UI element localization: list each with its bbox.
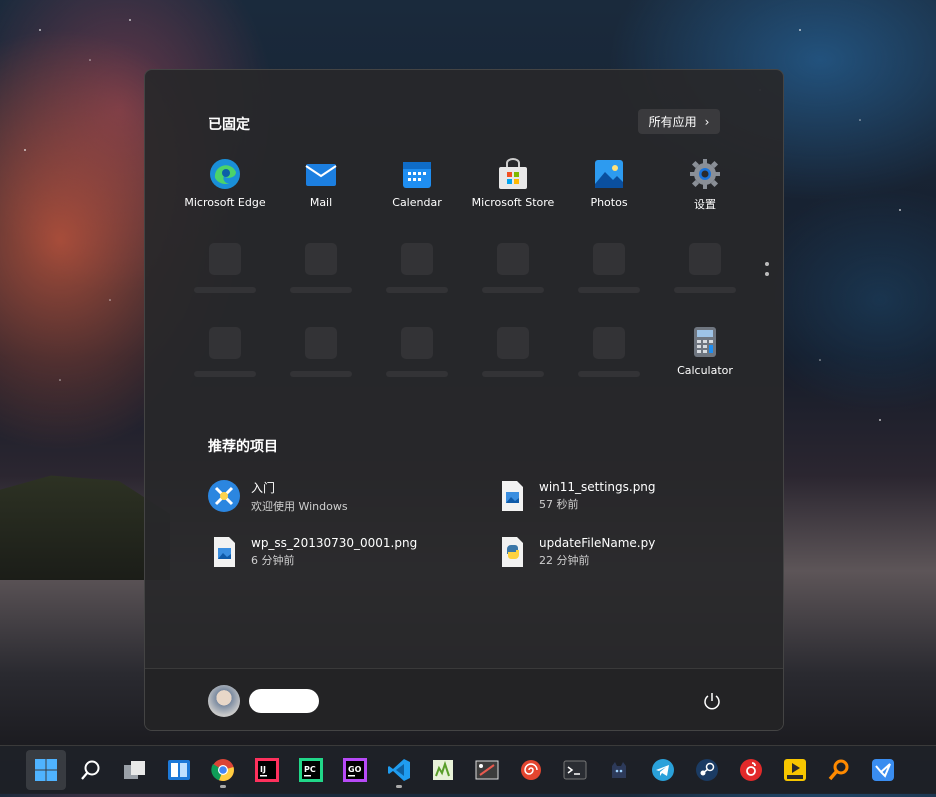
app-spiral-icon[interactable]	[515, 754, 547, 786]
photos-icon	[593, 158, 625, 190]
start-icon[interactable]	[26, 750, 66, 790]
search-icon[interactable]	[75, 754, 107, 786]
chevron-right-icon: ›	[704, 114, 710, 129]
pycharm-icon[interactable]: PC	[295, 754, 327, 786]
placeholder-tile	[273, 240, 369, 310]
pinned-app-mail[interactable]: Mail	[273, 158, 369, 228]
snipping-icon[interactable]	[471, 754, 503, 786]
start-menu-footer	[145, 668, 783, 730]
intellij-icon[interactable]: IJ	[251, 754, 283, 786]
all-apps-button[interactable]: 所有应用 ›	[638, 109, 720, 134]
power-icon[interactable]	[701, 690, 723, 712]
pinned-app-calendar[interactable]: Calendar	[369, 158, 465, 228]
pinned-app-calculator[interactable]: Calculator	[657, 326, 753, 396]
recommended-name: updateFileName.py	[539, 536, 656, 550]
recommended-item[interactable]: win11_settings.png 57 秒前	[495, 476, 656, 516]
pinned-title: 已固定	[208, 117, 250, 133]
image-file-icon	[207, 535, 241, 569]
avatar[interactable]	[208, 685, 240, 717]
pinned-app-label: Calendar	[392, 196, 442, 209]
settings-gear-icon	[689, 158, 721, 190]
mail-icon	[305, 158, 337, 190]
pinned-app-settings[interactable]: 设置	[657, 158, 753, 228]
image-file-icon	[495, 479, 529, 513]
recommended-subtitle: 欢迎使用 Windows	[251, 499, 348, 513]
recommended-item[interactable]: updateFileName.py 22 分钟前	[495, 532, 655, 572]
calendar-icon	[401, 158, 433, 190]
placeholder-tile	[369, 324, 465, 394]
terminal-icon[interactable]	[559, 754, 591, 786]
cat-app-icon[interactable]	[603, 754, 635, 786]
svg-text:IJ: IJ	[260, 765, 266, 774]
pinned-app-photos[interactable]: Photos	[561, 158, 657, 228]
pinned-app-label: Microsoft Store	[471, 196, 555, 209]
placeholder-tile	[177, 324, 273, 394]
recommended-name: wp_ss_20130730_0001.png	[251, 536, 418, 550]
placeholder-tile	[273, 324, 369, 394]
task-view-icon[interactable]	[119, 754, 151, 786]
recommended-subtitle: 57 秒前	[539, 498, 579, 511]
store-icon	[497, 158, 529, 190]
pinned-app-store[interactable]: Microsoft Store	[465, 158, 561, 228]
pinned-app-label: Photos	[590, 196, 628, 209]
pinned-app-edge[interactable]: Microsoft Edge	[177, 158, 273, 228]
placeholder-tile	[177, 240, 273, 310]
pinned-app-label: 设置	[694, 198, 716, 211]
feishu-icon[interactable]	[867, 754, 899, 786]
svg-text:GO: GO	[348, 765, 362, 774]
steam-icon[interactable]	[691, 754, 723, 786]
svg-text:PC: PC	[304, 765, 316, 774]
placeholder-tile	[465, 240, 561, 310]
pinned-app-label: Mail	[309, 196, 333, 209]
placeholder-tile	[561, 240, 657, 310]
notepad-icon[interactable]	[427, 754, 459, 786]
goland-icon[interactable]: GO	[339, 754, 371, 786]
potplayer-icon[interactable]	[779, 754, 811, 786]
placeholder-tile	[561, 324, 657, 394]
placeholder-tile	[465, 324, 561, 394]
recommended-subtitle: 6 分钟前	[251, 554, 295, 567]
taskbar: IJ PC GO	[0, 745, 936, 794]
start-menu: 已固定 所有应用 › Microsoft Edge Mail Calendar …	[144, 69, 784, 731]
python-file-icon	[495, 535, 529, 569]
edge-icon	[209, 158, 241, 190]
recommended-name: 入门	[251, 480, 276, 495]
vscode-icon[interactable]	[383, 754, 415, 788]
get-started-icon	[207, 479, 241, 513]
user-name-redacted[interactable]	[249, 689, 319, 713]
calculator-icon	[689, 326, 721, 358]
pinned-app-label: Calculator	[677, 364, 733, 377]
placeholder-tile	[369, 240, 465, 310]
recommended-name: win11_settings.png	[539, 480, 656, 494]
recommended-title: 推荐的项目	[208, 439, 278, 455]
recommended-item[interactable]: 入门欢迎使用 Windows	[207, 476, 348, 516]
netease-music-icon[interactable]	[735, 754, 767, 786]
placeholder-tile	[657, 240, 753, 310]
widgets-icon[interactable]	[163, 754, 195, 786]
recommended-item[interactable]: wp_ss_20130730_0001.png 6 分钟前	[207, 532, 417, 572]
page-indicator[interactable]	[765, 262, 769, 282]
telegram-icon[interactable]	[647, 754, 679, 786]
pinned-app-label: Microsoft Edge	[184, 196, 266, 209]
search-everything-icon[interactable]	[823, 754, 855, 786]
all-apps-label: 所有应用	[648, 115, 697, 129]
chrome-icon[interactable]	[207, 754, 239, 788]
recommended-subtitle: 22 分钟前	[539, 554, 590, 567]
